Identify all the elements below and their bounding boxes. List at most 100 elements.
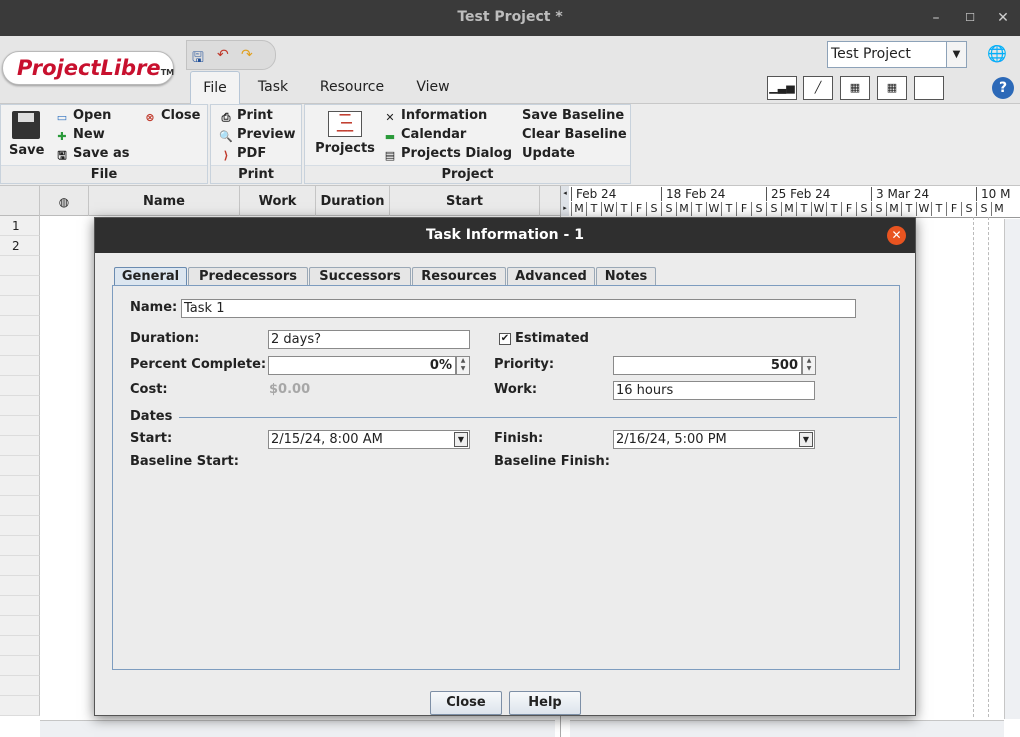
close-button[interactable]: Close [430, 691, 502, 715]
projects-dialog-button[interactable]: ▤ Projects Dialog [383, 146, 512, 163]
tab-file[interactable]: File [190, 71, 240, 104]
tab-task[interactable]: Task [248, 71, 298, 104]
tab-view[interactable]: View [406, 71, 460, 104]
percent-complete-stepper[interactable]: ▲ ▼ [456, 356, 470, 375]
pdf-icon: ⟩ [223, 149, 229, 162]
name-field[interactable]: Task 1 [181, 299, 856, 318]
row-number[interactable] [0, 416, 40, 436]
chevron-down-icon[interactable]: ▼ [946, 42, 966, 67]
row-number[interactable]: 1 [0, 216, 40, 236]
pdf-button[interactable]: ⟩ PDF [219, 146, 266, 163]
close-project-button[interactable]: ⊗ Close [143, 108, 200, 125]
row-number[interactable] [0, 296, 40, 316]
row-number[interactable] [0, 656, 40, 676]
percent-complete-field[interactable]: 0% [268, 356, 456, 375]
gantt-horizontal-scrollbar[interactable] [570, 720, 1004, 737]
priority-stepper[interactable]: ▲ ▼ [802, 356, 816, 375]
help-icon[interactable]: ? [992, 77, 1014, 99]
logo-part2: Libre [100, 56, 161, 80]
redo-icon[interactable]: ↷ [241, 47, 253, 63]
gantt-day-label: W [916, 202, 931, 216]
resource-chart-icon[interactable]: ╱ [803, 76, 833, 100]
column-header-duration[interactable]: Duration [316, 186, 390, 216]
projects-dialog-icon: ▤ [384, 149, 396, 162]
dialog-close-icon[interactable]: ✕ [887, 226, 906, 245]
row-number[interactable] [0, 256, 40, 276]
column-header-name[interactable]: Name [89, 186, 240, 216]
print-button[interactable]: ⎙ Print [219, 108, 273, 125]
preview-button[interactable]: 🔍 Preview [219, 127, 295, 144]
row-number[interactable] [0, 456, 40, 476]
save-quick-icon[interactable]: 🖫 [192, 47, 204, 71]
tab-resources[interactable]: Resources [412, 267, 506, 285]
row-number[interactable] [0, 356, 40, 376]
gantt-day-label: S [976, 202, 991, 216]
task-usage-icon[interactable]: ▦ [840, 76, 870, 100]
row-number[interactable] [0, 376, 40, 396]
row-number[interactable] [0, 276, 40, 296]
projects-button[interactable]: ━━ ━━ ━━━ Projects [311, 111, 379, 156]
gantt-weekend-line [988, 217, 989, 717]
undo-icon[interactable]: ↶ [217, 47, 229, 63]
close-window-icon[interactable]: ✕ [991, 6, 1015, 30]
open-button[interactable]: ▭ Open [55, 108, 112, 125]
blank-view-icon[interactable] [914, 76, 944, 100]
save-baseline-button[interactable]: Save Baseline [522, 108, 624, 123]
row-number[interactable] [0, 676, 40, 696]
row-number[interactable] [0, 516, 40, 536]
gantt-day-label: S [961, 202, 976, 216]
new-button[interactable]: ✚ New [55, 127, 104, 144]
table-horizontal-scrollbar[interactable] [40, 720, 555, 737]
row-number[interactable] [0, 496, 40, 516]
row-number[interactable] [0, 596, 40, 616]
baseline-start-label: Baseline Start: [130, 454, 239, 469]
resource-histogram-icon[interactable]: ▁▃▅ [767, 76, 797, 100]
minimize-icon[interactable]: – [924, 6, 948, 30]
column-header-start[interactable]: Start [390, 186, 540, 216]
estimated-checkbox[interactable]: ✔ [499, 333, 511, 345]
gantt-splitter[interactable]: ◂ ▸ [561, 186, 569, 216]
work-field[interactable]: 16 hours [613, 381, 815, 400]
project-selector[interactable]: Test Project ▼ [827, 41, 967, 68]
row-number[interactable] [0, 316, 40, 336]
tab-notes[interactable]: Notes [596, 267, 656, 285]
pdf-label: PDF [237, 146, 267, 161]
calendar-button[interactable]: ▬ Calendar [383, 127, 467, 144]
tab-resource[interactable]: Resource [314, 71, 390, 104]
gantt-vertical-scrollbar[interactable] [1004, 219, 1020, 719]
row-number[interactable] [0, 536, 40, 556]
information-button[interactable]: ✕ Information [383, 108, 487, 125]
save-button[interactable]: Save [9, 111, 44, 158]
tab-advanced[interactable]: Advanced [507, 267, 595, 285]
help-button[interactable]: Help [509, 691, 581, 715]
row-number[interactable] [0, 396, 40, 416]
chevron-down-icon[interactable]: ▼ [454, 432, 468, 447]
row-number[interactable] [0, 616, 40, 636]
row-number[interactable] [0, 576, 40, 596]
update-button[interactable]: Update [522, 146, 575, 161]
row-number[interactable]: 2 [0, 236, 40, 256]
tab-predecessors[interactable]: Predecessors [188, 267, 308, 285]
row-number[interactable] [0, 556, 40, 576]
start-date-field[interactable]: 2/15/24, 8:00 AM ▼ [268, 430, 470, 449]
start-label: Start: [130, 431, 173, 446]
tab-general[interactable]: General [114, 267, 187, 285]
column-header-work[interactable]: Work [240, 186, 316, 216]
row-number[interactable] [0, 636, 40, 656]
indicator-column-header[interactable]: ◍ [40, 186, 89, 216]
globe-icon[interactable]: 🌐 [987, 44, 1007, 63]
row-number[interactable] [0, 696, 40, 716]
gantt-day-label: S [871, 202, 886, 216]
finish-date-field[interactable]: 2/16/24, 5:00 PM ▼ [613, 430, 815, 449]
clear-baseline-button[interactable]: Clear Baseline [522, 127, 627, 142]
tab-successors[interactable]: Successors [309, 267, 411, 285]
resource-usage-icon[interactable]: ▦ [877, 76, 907, 100]
save-as-button[interactable]: 🖫 Save as [55, 146, 129, 163]
row-number[interactable] [0, 436, 40, 456]
row-number[interactable] [0, 476, 40, 496]
duration-field[interactable]: 2 days? [268, 330, 470, 349]
priority-field[interactable]: 500 [613, 356, 802, 375]
maximize-icon[interactable]: ☐ [958, 6, 982, 30]
row-number[interactable] [0, 336, 40, 356]
chevron-down-icon[interactable]: ▼ [799, 432, 813, 447]
